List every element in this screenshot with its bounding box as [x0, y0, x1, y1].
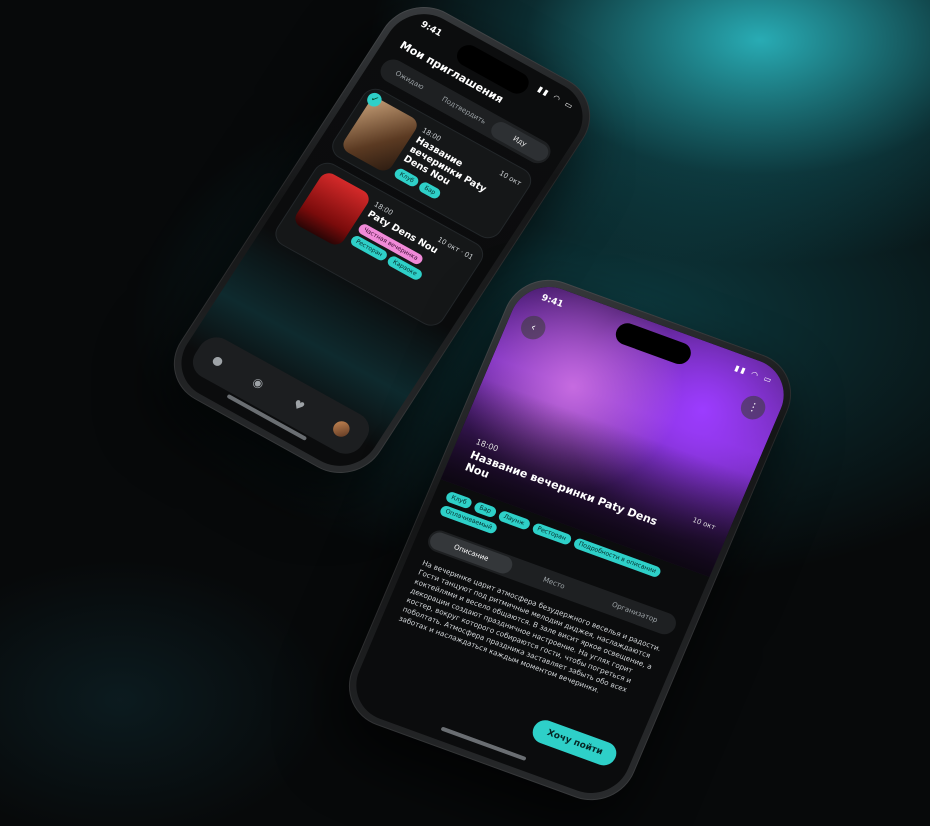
location-icon[interactable]: ◉ [250, 375, 267, 392]
tag-restaurant: Ресторан [530, 521, 573, 546]
heart-icon[interactable]: ♥ [290, 397, 307, 414]
tag-lounge: Лаунж [496, 509, 532, 531]
want-to-go-button[interactable]: Хочу пойти [529, 716, 621, 769]
status-icons: ▮▮ ◠ ▭ [535, 84, 577, 112]
avatar[interactable] [330, 418, 353, 440]
chat-icon[interactable]: ● [210, 352, 227, 369]
status-time: 9:41 [418, 19, 444, 39]
